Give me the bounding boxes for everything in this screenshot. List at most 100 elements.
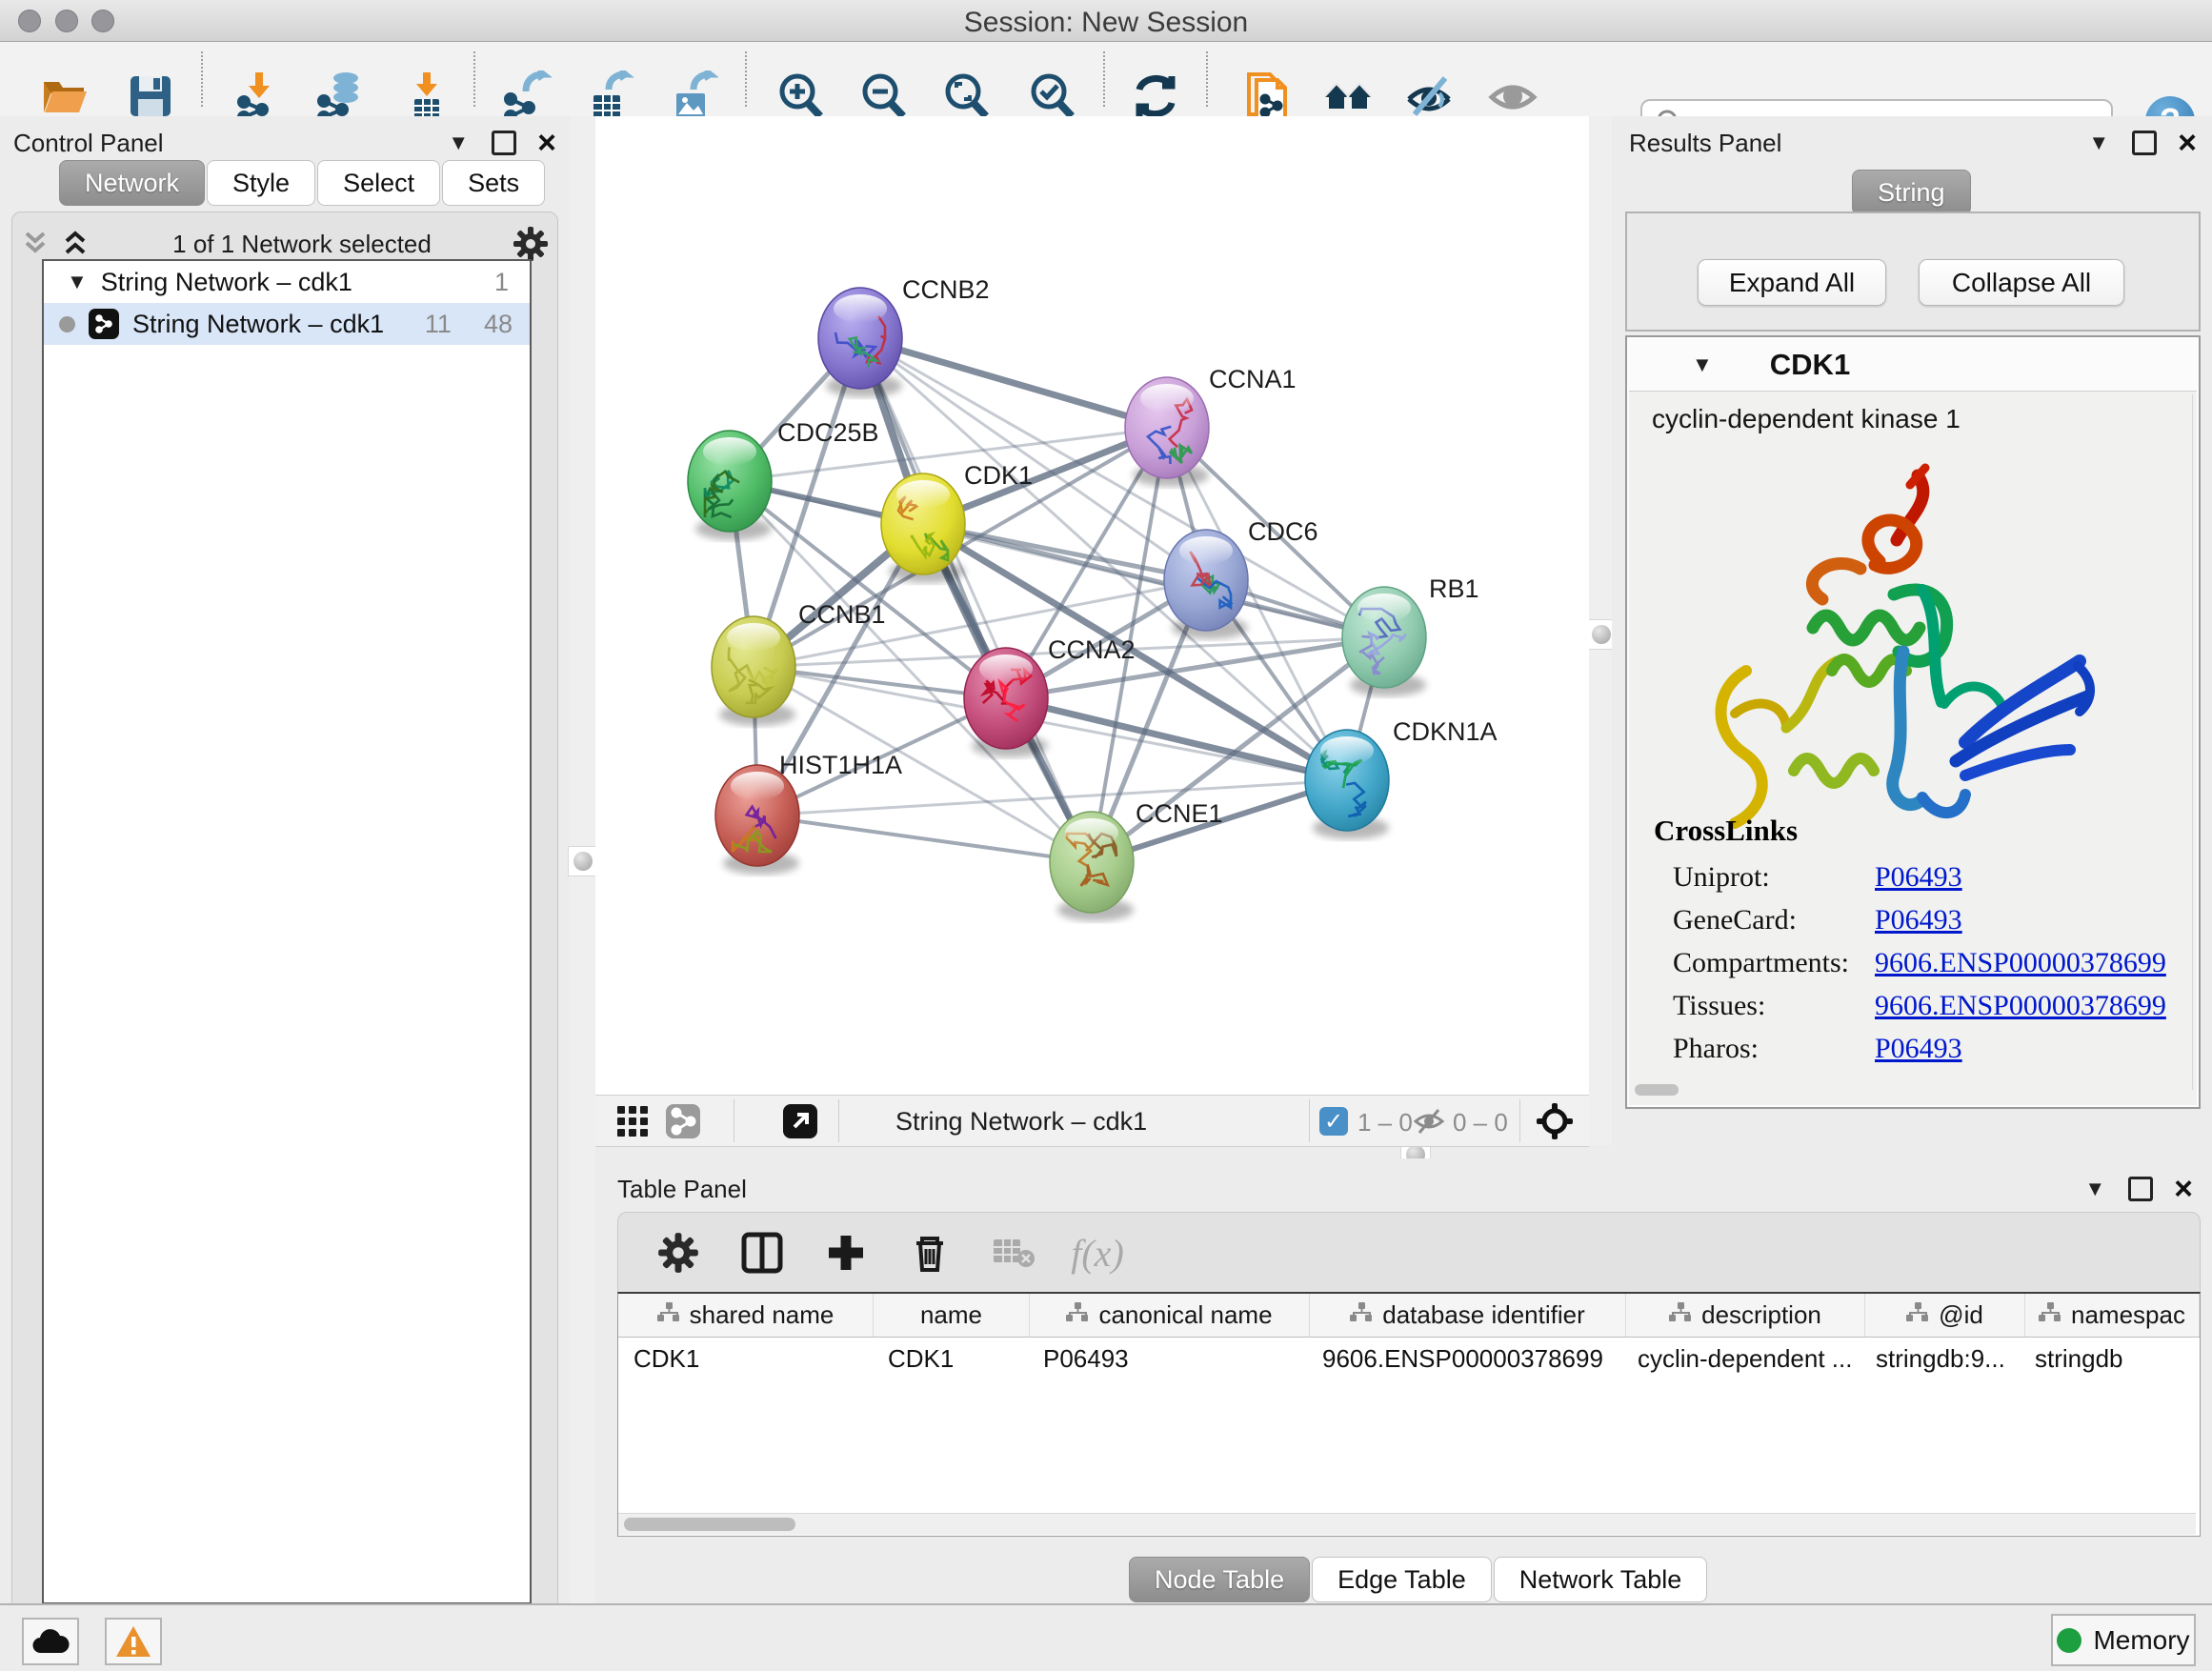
import-table-icon[interactable] — [401, 70, 452, 122]
export-table-icon[interactable] — [584, 70, 635, 122]
table-cell[interactable]: stringdb — [2020, 1338, 2193, 1380]
panel-menu-icon[interactable]: ▼ — [448, 131, 469, 155]
title-bar: Session: New Session — [0, 0, 2212, 42]
expand-all-button[interactable]: Expand All — [1698, 259, 1886, 306]
panel-close-icon[interactable]: × — [537, 131, 556, 155]
expand-all-icon[interactable] — [59, 230, 91, 258]
apply-layout-icon[interactable] — [1130, 70, 1181, 122]
network-node-RB1[interactable]: RB1 — [1342, 574, 1479, 696]
tab-network[interactable]: Network — [59, 160, 205, 206]
column-header-canonical-name[interactable]: canonical name — [1030, 1294, 1310, 1337]
zoom-selected-icon[interactable] — [1026, 70, 1077, 122]
network-node-CDC6[interactable]: CDC6 — [1164, 517, 1318, 639]
left-splitter-handle[interactable] — [568, 846, 598, 876]
selected-checkbox-icon[interactable]: ✓ — [1319, 1107, 1348, 1136]
network-edge[interactable] — [860, 338, 1092, 862]
crosslink-label: Pharos: — [1673, 1033, 1875, 1065]
zoom-out-icon[interactable] — [857, 70, 909, 122]
panel-menu-icon[interactable]: ▼ — [2088, 131, 2109, 155]
network-canvas[interactable]: CCNB2CCNA1CDC25BCDK1CDC6RB1CCNB1CCNA2CDK… — [595, 116, 1589, 1095]
tab-network-table[interactable]: Network Table — [1494, 1557, 1708, 1602]
share-document-icon[interactable] — [1241, 70, 1293, 122]
tab-style[interactable]: Style — [207, 160, 315, 206]
show-eye-icon[interactable] — [1487, 70, 1538, 122]
crosslink-value-link[interactable]: P06493 — [1875, 1033, 1962, 1065]
network-node-CDKN1A[interactable]: CDKN1A — [1305, 717, 1498, 839]
export-network-icon[interactable] — [501, 70, 553, 122]
left-splitter[interactable] — [570, 116, 595, 1603]
crosslink-value-link[interactable]: P06493 — [1875, 904, 1962, 936]
table-options-gear-icon[interactable] — [654, 1229, 702, 1277]
gene-section-header[interactable]: ▼ CDK1 — [1629, 339, 2197, 392]
table-hscroll-thumb[interactable] — [624, 1518, 795, 1531]
results-hscroll-thumb[interactable] — [1635, 1084, 1679, 1096]
table-cell[interactable]: CDK1 — [618, 1338, 873, 1380]
delete-column-icon[interactable] — [906, 1229, 954, 1277]
grid-view-icon[interactable] — [617, 1106, 648, 1141]
column-header-description[interactable]: description — [1626, 1294, 1865, 1337]
network-node-CCNA2[interactable]: CCNA2 — [964, 635, 1136, 757]
panel-menu-icon[interactable]: ▼ — [2084, 1177, 2105, 1201]
table-cell[interactable]: stringdb:9... — [1860, 1338, 2020, 1380]
add-column-icon[interactable] — [822, 1229, 870, 1277]
right-splitter[interactable] — [1589, 116, 1612, 1145]
collapse-all-button[interactable]: Collapse All — [1919, 259, 2124, 306]
panel-float-icon[interactable] — [2132, 131, 2157, 155]
open-session-icon[interactable] — [39, 70, 90, 122]
selected-counts: 1 – 0 — [1357, 1108, 1413, 1137]
table-cell[interactable]: 9606.ENSP00000378699 — [1307, 1338, 1622, 1380]
panel-float-icon[interactable] — [2128, 1177, 2153, 1201]
save-session-icon[interactable] — [125, 70, 176, 122]
network-node-CDK1[interactable]: CDK1 — [881, 461, 1033, 583]
table-cell[interactable]: P06493 — [1028, 1338, 1307, 1380]
tab-string[interactable]: String — [1852, 170, 1971, 215]
export-image-icon[interactable] — [667, 70, 718, 122]
panel-float-icon[interactable] — [492, 131, 516, 155]
zoom-fit-icon[interactable] — [940, 70, 992, 122]
table-hscrollbar[interactable] — [618, 1513, 2196, 1535]
crosslink-value-link[interactable]: P06493 — [1875, 861, 1962, 894]
memory-button[interactable]: Memory — [2051, 1614, 2196, 1666]
zoom-in-icon[interactable] — [774, 70, 826, 122]
import-network-file-icon[interactable] — [233, 70, 285, 122]
show-columns-icon[interactable] — [738, 1229, 786, 1277]
column-header-@id[interactable]: @id — [1865, 1294, 2025, 1337]
column-header-label: name — [920, 1300, 982, 1330]
table-cell[interactable]: cyclin-dependent ... — [1622, 1338, 1860, 1380]
collection-expand-icon[interactable]: ▼ — [67, 270, 88, 294]
network-collection-row[interactable]: ▼ String Network – cdk1 1 — [44, 261, 530, 303]
column-header-database-identifier[interactable]: database identifier — [1310, 1294, 1626, 1337]
network-options-gear-icon[interactable] — [513, 226, 549, 262]
warning-button[interactable] — [105, 1618, 162, 1665]
status-bar: Memory — [0, 1603, 2212, 1671]
home-icon[interactable] — [1322, 70, 1374, 122]
tab-edge-table[interactable]: Edge Table — [1312, 1557, 1492, 1602]
share-view-icon[interactable] — [666, 1104, 700, 1143]
hide-selected-eye-icon[interactable] — [1403, 70, 1455, 122]
tab-sets[interactable]: Sets — [442, 160, 545, 206]
hidden-eye-slash-icon[interactable] — [1413, 1107, 1445, 1140]
crosslink-value-link[interactable]: 9606.ENSP00000378699 — [1875, 947, 2166, 979]
network-edge[interactable] — [860, 338, 1167, 428]
horizontal-splitter[interactable] — [595, 1145, 2212, 1158]
network-row[interactable]: String Network – cdk1 11 48 — [44, 303, 530, 345]
node-label: CDC25B — [777, 418, 879, 447]
panel-close-icon[interactable]: × — [2174, 1177, 2193, 1201]
column-header-namespac[interactable]: namespac — [2025, 1294, 2200, 1337]
network-edge[interactable] — [757, 815, 1092, 862]
birds-eye-view-icon[interactable] — [783, 1104, 817, 1143]
section-collapse-icon[interactable]: ▼ — [1692, 352, 1713, 377]
crosslink-value-link[interactable]: 9606.ENSP00000378699 — [1875, 990, 2166, 1022]
network-node-CCNE1[interactable]: CCNE1 — [1050, 799, 1223, 921]
collapse-all-icon[interactable] — [19, 230, 51, 258]
table-row[interactable]: CDK1CDK1P064939606.ENSP00000378699cyclin… — [618, 1338, 2200, 1380]
fit-selected-crosshair-icon[interactable] — [1537, 1103, 1573, 1144]
cloud-button[interactable] — [22, 1618, 79, 1665]
column-header-name[interactable]: name — [874, 1294, 1030, 1337]
tab-node-table[interactable]: Node Table — [1129, 1557, 1310, 1602]
column-header-shared-name[interactable]: shared name — [618, 1294, 874, 1337]
tab-select[interactable]: Select — [317, 160, 440, 206]
table-cell[interactable]: CDK1 — [873, 1338, 1028, 1380]
panel-close-icon[interactable]: × — [2178, 131, 2197, 155]
import-network-database-icon[interactable] — [314, 70, 366, 122]
